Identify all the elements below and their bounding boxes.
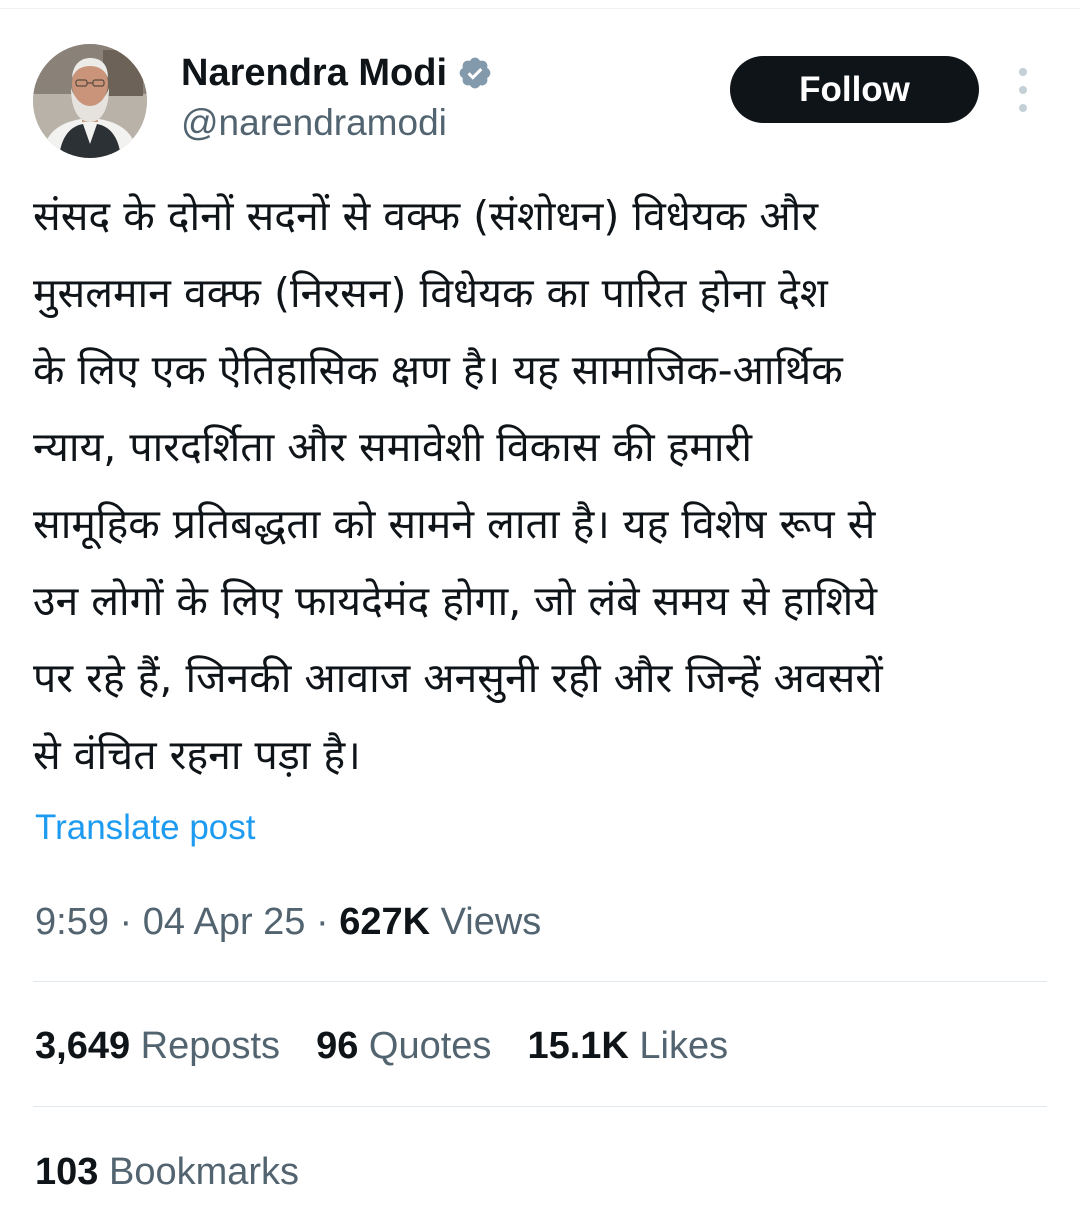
quotes-label: Quotes: [368, 1025, 492, 1067]
bookmarks-count: 103: [35, 1151, 99, 1193]
post-time[interactable]: 9:59: [35, 901, 109, 943]
avatar[interactable]: [33, 44, 147, 158]
bookmarks-label: Bookmarks: [108, 1151, 300, 1193]
meta-separator: ·: [119, 901, 133, 943]
engagement-stats: 3,649 Reposts 96 Quotes 15.1K Likes: [35, 1022, 728, 1070]
divider: [33, 981, 1047, 982]
post-date[interactable]: 04 Apr 25: [143, 901, 306, 943]
quotes-count: 96: [316, 1025, 359, 1067]
bookmarks-stat[interactable]: 103 Bookmarks: [35, 1148, 299, 1196]
verified-badge-icon: [459, 57, 491, 89]
likes-label: Likes: [639, 1025, 729, 1067]
profile-photo: [33, 44, 147, 158]
follow-button[interactable]: Follow: [730, 56, 979, 123]
more-dot: [1019, 104, 1027, 112]
author-name-row[interactable]: Narendra Modi: [181, 50, 493, 96]
divider: [33, 1106, 1047, 1107]
views-count: 627K: [339, 901, 431, 943]
reposts-label: Reposts: [140, 1025, 281, 1067]
post-meta: 9:59 · 04 Apr 25 · 627K Views: [35, 898, 541, 946]
reposts-count: 3,649: [35, 1025, 131, 1067]
translate-post-link[interactable]: Translate post: [35, 806, 255, 850]
views-label: Views: [440, 901, 542, 943]
top-divider: [0, 8, 1080, 9]
meta-separator: ·: [316, 901, 329, 943]
likes-stat[interactable]: 15.1K Likes: [527, 1022, 728, 1070]
author-handle[interactable]: @narendramodi: [181, 101, 447, 145]
reposts-stat[interactable]: 3,649 Reposts: [35, 1022, 280, 1070]
author-display-name[interactable]: Narendra Modi: [181, 50, 447, 96]
more-dot: [1019, 86, 1027, 94]
likes-count: 15.1K: [527, 1025, 629, 1067]
more-vertical-icon[interactable]: [1008, 68, 1038, 112]
quotes-stat[interactable]: 96 Quotes: [316, 1022, 491, 1070]
more-dot: [1019, 68, 1027, 76]
post-text: संसद के दोनों सदनों से वक्फ (संशोधन) विध…: [33, 192, 883, 779]
